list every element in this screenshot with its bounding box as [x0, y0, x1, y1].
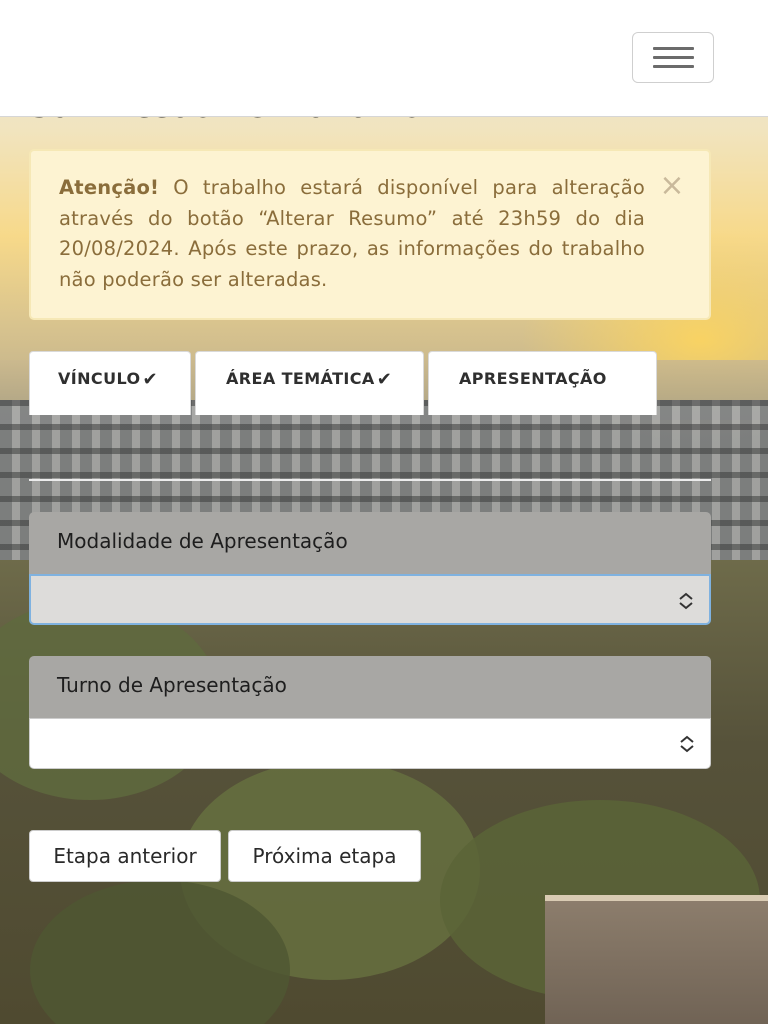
modalidade-label-box: Modalidade de Apresentação	[29, 512, 711, 574]
alert-title: Atenção!	[59, 176, 160, 199]
next-step-button[interactable]: Próxima etapa	[228, 830, 421, 882]
tab-content-divider	[29, 479, 711, 481]
check-icon: ✔	[376, 369, 393, 390]
turno-label: Turno de Apresentação	[57, 673, 287, 697]
tab-vinculo[interactable]: VÍNCULO ✔	[29, 351, 191, 415]
close-icon[interactable]: ×	[659, 171, 685, 201]
modalidade-label: Modalidade de Apresentação	[57, 529, 348, 553]
previous-step-button[interactable]: Etapa anterior	[29, 830, 221, 882]
select-arrows-icon	[680, 735, 694, 753]
hamburger-menu-icon[interactable]	[632, 32, 714, 83]
tab-apresentacao[interactable]: APRESENTAÇÃO	[428, 351, 657, 415]
tab-area-tematica[interactable]: ÁREA TEMÁTICA ✔	[195, 351, 424, 415]
turno-select[interactable]	[29, 718, 711, 769]
check-icon: ✔	[142, 369, 158, 390]
top-navbar	[0, 0, 768, 117]
tab-area-tematica-label: ÁREA TEMÁTICA	[226, 369, 375, 388]
select-arrows-icon	[679, 592, 693, 610]
tab-apresentacao-label: APRESENTAÇÃO	[459, 369, 607, 388]
alert-text: Atenção! O trabalho estará disponível pa…	[59, 173, 645, 295]
tab-vinculo-label: VÍNCULO	[58, 369, 141, 388]
warning-alert: Atenção! O trabalho estará disponível pa…	[29, 149, 711, 320]
turno-label-box: Turno de Apresentação	[29, 656, 711, 718]
modalidade-select[interactable]	[29, 574, 711, 625]
